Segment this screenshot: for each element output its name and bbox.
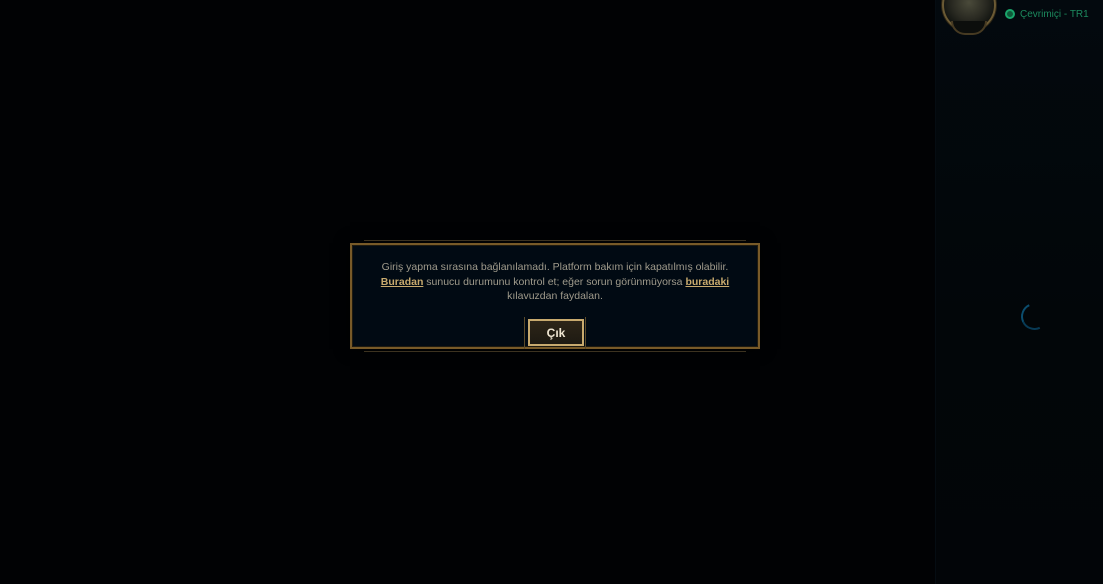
error-message: Giriş yapma sırasına bağlanılamadı. Plat… bbox=[366, 260, 744, 304]
online-status-icon bbox=[1005, 9, 1015, 19]
message-line-1: Giriş yapma sırasına bağlanılamadı. Plat… bbox=[381, 261, 729, 273]
status-text: Çevrimiçi - TR1 bbox=[1020, 8, 1089, 20]
online-status[interactable]: Çevrimiçi - TR1 bbox=[1005, 7, 1089, 21]
social-sidebar bbox=[935, 0, 1103, 584]
exit-button-frame: Çık bbox=[524, 317, 586, 349]
guide-link[interactable]: buradaki bbox=[685, 276, 729, 288]
error-dialog: Giriş yapma sırasına bağlanılamadı. Plat… bbox=[350, 240, 760, 352]
message-line-3: kılavuzdan faydalan. bbox=[507, 290, 603, 302]
client-window: Çevrimiçi - TR1 Giriş yapma sırasına bağ… bbox=[0, 0, 1103, 584]
server-status-link[interactable]: Buradan bbox=[381, 276, 424, 288]
exit-button[interactable]: Çık bbox=[528, 319, 584, 346]
message-line-2: sunucu durumunu kontrol et; eğer sorun g… bbox=[423, 275, 686, 288]
